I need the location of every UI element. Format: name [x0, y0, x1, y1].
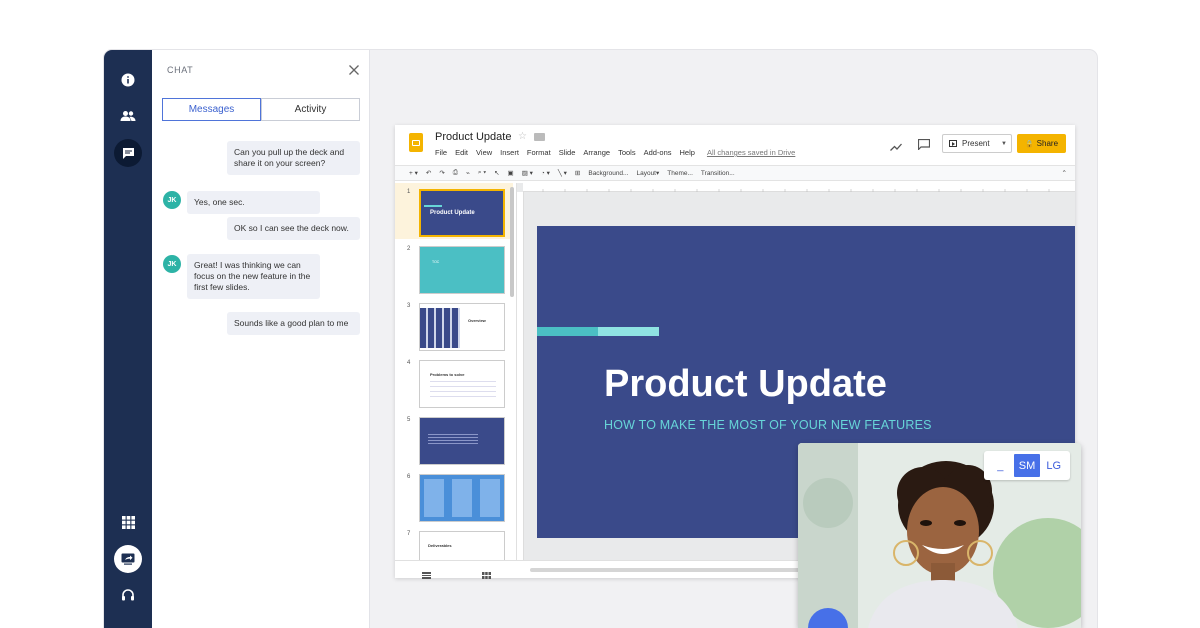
share-label: Share	[1036, 139, 1059, 148]
participants-icon[interactable]	[114, 102, 142, 130]
chat-message: Yes, one sec.	[187, 191, 320, 214]
left-rail	[104, 50, 152, 628]
theme-button[interactable]: Theme...	[667, 170, 693, 177]
menu-insert[interactable]: Insert	[500, 148, 519, 157]
zoom-icon[interactable]: ⌕ ▾	[478, 169, 486, 177]
background-button[interactable]: Background...	[588, 170, 628, 177]
slide-thumb-1[interactable]: Product Update	[419, 189, 505, 237]
layout-button[interactable]: Layout▾	[636, 169, 659, 177]
size-minimize-button[interactable]: _	[987, 454, 1014, 477]
menu-tools[interactable]: Tools	[618, 148, 636, 157]
chat-message: OK so I can see the deck now.	[227, 217, 360, 240]
slide-thumb-3[interactable]: Overview	[419, 303, 505, 351]
doc-title[interactable]: Product Update	[435, 131, 511, 143]
slide-accent-bar	[598, 327, 659, 336]
slide-thumb-2[interactable]: TOC	[419, 246, 505, 294]
slide-thumb-7[interactable]: Deliverables	[419, 531, 505, 560]
thumb-num: 1	[407, 189, 411, 195]
grid-icon[interactable]	[114, 508, 142, 536]
saved-status[interactable]: All changes saved in Drive	[707, 148, 795, 157]
menu-file[interactable]: File	[435, 148, 447, 157]
thumb-title: Problems to solve	[430, 372, 465, 377]
thumb-title: Product Update	[430, 210, 475, 216]
filmstrip: 1 Product Update 2 TOC 3 Overview 4 Prob…	[395, 183, 517, 560]
shape-icon[interactable]: ◔ ▾	[541, 169, 550, 177]
chat-message: Great! I was thinking we can focus on th…	[187, 254, 320, 299]
chat-message: Can you pull up the deck and share it on…	[227, 141, 360, 175]
size-large-button[interactable]: LG	[1040, 454, 1067, 477]
avatar: JK	[163, 191, 181, 209]
filmstrip-scrollbar[interactable]	[510, 187, 514, 297]
chevron-down-icon[interactable]: ▼	[1001, 141, 1007, 147]
slide-accent-bar	[537, 327, 598, 336]
present-button[interactable]: Present ▼	[942, 134, 1012, 153]
menu-bar: File Edit View Insert Format Slide Arran…	[435, 148, 795, 157]
filmstrip-view-icon[interactable]	[422, 566, 431, 584]
select-icon[interactable]: ↖	[494, 169, 499, 177]
toolbar: + ▾ ↶ ↷ ⎙ ⌁ ⌕ ▾ ↖ ▣ ▨ ▾ ◔ ▾ ╲ ▾ ⊞ Backgr…	[395, 165, 1075, 181]
present-icon	[949, 140, 957, 147]
share-button[interactable]: 🔒 Share	[1017, 134, 1066, 153]
thumb-num: 4	[407, 360, 411, 366]
menu-view[interactable]: View	[476, 148, 492, 157]
line-icon[interactable]: ╲ ▾	[558, 169, 567, 177]
horizontal-ruler	[523, 183, 1075, 192]
thumb-num: 6	[407, 474, 411, 480]
image-icon[interactable]: ▨ ▾	[522, 169, 533, 177]
star-icon[interactable]: ☆	[518, 131, 527, 142]
slide-title: Product Update	[604, 363, 887, 405]
activity-trend-icon[interactable]	[890, 138, 902, 156]
menu-edit[interactable]: Edit	[455, 148, 468, 157]
size-small-button[interactable]: SM	[1013, 454, 1041, 477]
lock-icon: 🔒	[1024, 140, 1034, 148]
slide-thumb-6[interactable]	[419, 474, 505, 522]
slides-logo-icon	[409, 133, 423, 152]
tab-activity[interactable]: Activity	[261, 98, 360, 121]
print-icon[interactable]: ⎙	[453, 169, 458, 177]
thumb-num: 5	[407, 417, 411, 423]
vertical-ruler	[517, 192, 524, 560]
chat-tabs: Messages Activity	[162, 98, 360, 121]
video-size-control: _ SM LG	[984, 451, 1070, 480]
add-comment-icon[interactable]: ⊞	[575, 169, 580, 177]
chat-message: Sounds like a good plan to me	[227, 312, 360, 335]
thumb-num: 3	[407, 303, 411, 309]
layout-label: Layout	[636, 170, 656, 177]
textbox-icon[interactable]: ▣	[508, 169, 514, 177]
folder-icon[interactable]	[534, 133, 545, 141]
menu-help[interactable]: Help	[680, 148, 695, 157]
menu-addons[interactable]: Add-ons	[644, 148, 672, 157]
transition-button[interactable]: Transition...	[701, 170, 735, 177]
chat-icon[interactable]	[114, 139, 142, 167]
chat-title: CHAT	[167, 65, 194, 75]
info-icon[interactable]	[114, 66, 142, 94]
undo-icon[interactable]: ↶	[426, 169, 431, 177]
new-slide-icon[interactable]: + ▾	[409, 169, 418, 177]
avatar: JK	[163, 255, 181, 273]
slide-thumb-5[interactable]	[419, 417, 505, 465]
present-label: Present	[962, 139, 990, 148]
menu-slide[interactable]: Slide	[559, 148, 576, 157]
collapse-icon[interactable]: ⌃	[1062, 169, 1067, 177]
grid-view-icon[interactable]	[482, 566, 491, 584]
thumb-num: 7	[407, 531, 411, 537]
slides-header: Product Update ☆ File Edit View Insert F…	[395, 125, 1075, 163]
thumb-title: Deliverables	[428, 543, 452, 548]
menu-arrange[interactable]: Arrange	[583, 148, 610, 157]
slide-thumb-4[interactable]: Problems to solve	[419, 360, 505, 408]
headset-icon[interactable]	[114, 581, 142, 609]
horizontal-scrollbar[interactable]	[530, 568, 800, 572]
thumb-title: Overview	[468, 318, 486, 323]
screen-share-icon[interactable]	[114, 545, 142, 573]
thumb-title: TOC	[432, 260, 440, 264]
paint-format-icon[interactable]: ⌁	[466, 169, 470, 177]
tab-messages[interactable]: Messages	[162, 98, 261, 121]
redo-icon[interactable]: ↷	[439, 169, 444, 177]
close-icon[interactable]	[348, 63, 360, 75]
thumb-num: 2	[407, 246, 411, 252]
comment-icon[interactable]	[917, 137, 931, 155]
slide-subtitle: HOW TO MAKE THE MOST OF YOUR NEW FEATURE…	[604, 418, 932, 432]
chat-panel: CHAT Messages Activity Can you pull up t…	[152, 50, 370, 628]
menu-format[interactable]: Format	[527, 148, 551, 157]
